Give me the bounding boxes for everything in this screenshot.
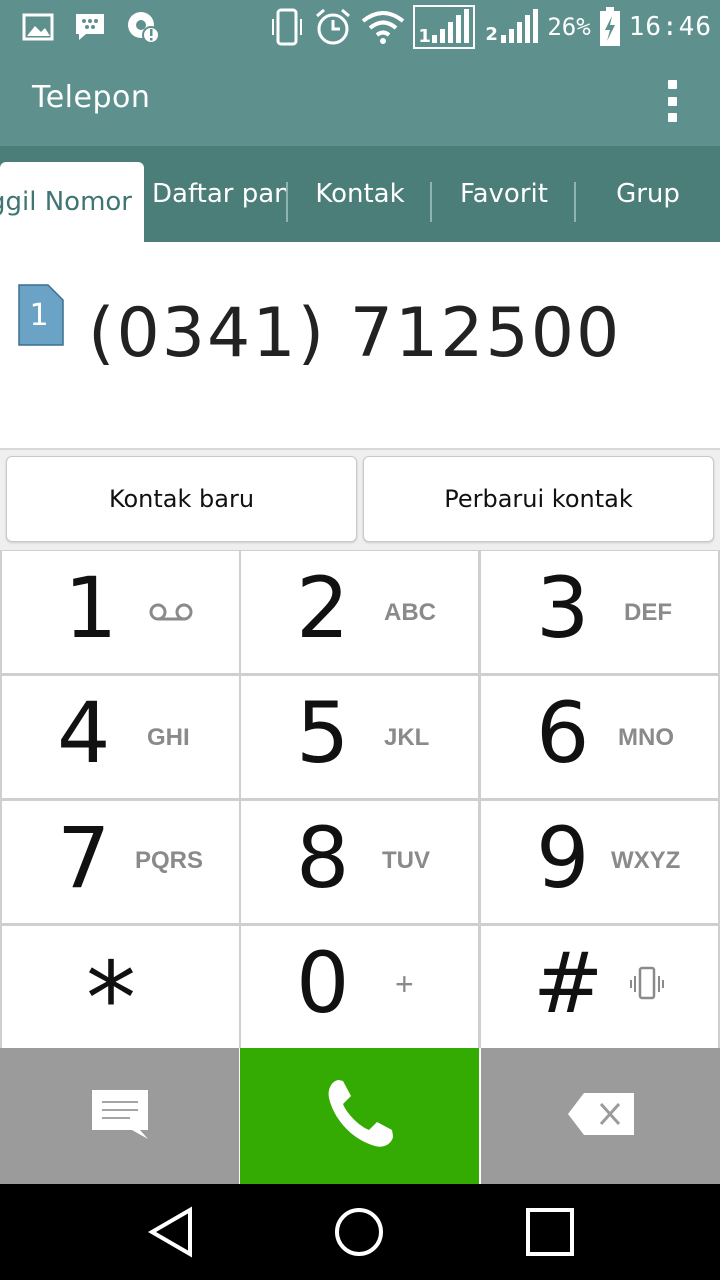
key-3[interactable]: 3 DEF bbox=[481, 551, 718, 673]
contact-actions: Kontak baru Perbarui kontak bbox=[0, 450, 720, 550]
tab-groups[interactable]: Grup bbox=[576, 146, 720, 242]
app-title: Telepon bbox=[32, 80, 151, 115]
key-5[interactable]: 5 JKL bbox=[241, 676, 478, 798]
key-letters: MNO bbox=[618, 724, 674, 751]
overflow-menu-icon[interactable] bbox=[652, 76, 692, 126]
tab-label: Kontak bbox=[315, 179, 405, 209]
key-letters: + bbox=[395, 966, 414, 1002]
key-star[interactable]: * bbox=[2, 926, 239, 1057]
tab-contacts[interactable]: Kontak bbox=[288, 146, 432, 242]
key-digit: 4 bbox=[57, 684, 111, 782]
tab-favorites[interactable]: Favorit bbox=[432, 146, 576, 242]
key-digit: # bbox=[533, 934, 604, 1032]
phone-icon bbox=[325, 1078, 395, 1154]
key-digit: 9 bbox=[536, 809, 590, 907]
update-contact-button[interactable]: Perbarui kontak bbox=[363, 456, 714, 542]
navigation-bar bbox=[0, 1184, 720, 1280]
phone-dialer-screen: 1 2 26% 16:46 Telepon Panggil Nomor Daft… bbox=[0, 0, 720, 1280]
key-letters: ABC bbox=[384, 599, 436, 626]
vibrate-icon bbox=[629, 966, 665, 1006]
key-letters: GHI bbox=[147, 724, 190, 751]
sim-icon[interactable]: 1 bbox=[18, 284, 64, 346]
tab-dial-number[interactable]: Panggil Nomor bbox=[0, 162, 144, 242]
sim2-label: 2 bbox=[485, 24, 498, 45]
voicemail-icon bbox=[148, 601, 194, 627]
number-display[interactable]: 1 (0341) 712500 bbox=[0, 242, 720, 450]
status-left-icons bbox=[22, 8, 162, 46]
battery-percent: 26% bbox=[547, 13, 591, 41]
sim-label: 1 bbox=[29, 298, 49, 333]
message-icon bbox=[90, 1088, 150, 1144]
alarm-icon bbox=[313, 7, 353, 47]
new-contact-button[interactable]: Kontak baru bbox=[6, 456, 357, 542]
key-letters: DEF bbox=[624, 599, 672, 626]
key-4[interactable]: 4 GHI bbox=[2, 676, 239, 798]
key-digit: 5 bbox=[296, 684, 350, 782]
tab-bar: Panggil Nomor Daftar panggilan Kontak Fa… bbox=[0, 146, 720, 242]
vibrate-icon bbox=[269, 7, 305, 47]
tab-label: Favorit bbox=[460, 179, 548, 209]
tab-label: Grup bbox=[616, 179, 680, 209]
home-icon[interactable] bbox=[329, 1204, 389, 1260]
back-icon[interactable] bbox=[140, 1204, 200, 1260]
key-8[interactable]: 8 TUV bbox=[241, 801, 478, 923]
backspace-icon bbox=[566, 1091, 636, 1141]
message-button[interactable] bbox=[0, 1048, 239, 1184]
key-hash[interactable]: # bbox=[481, 926, 718, 1048]
bbm-icon bbox=[74, 12, 106, 42]
key-9[interactable]: 9 WXYZ bbox=[481, 801, 718, 923]
tab-label: Panggil Nomor bbox=[0, 187, 132, 217]
key-0[interactable]: 0 + bbox=[241, 926, 478, 1048]
key-digit: 2 bbox=[296, 559, 350, 657]
key-digit: 1 bbox=[64, 559, 118, 657]
key-letters: JKL bbox=[384, 724, 430, 751]
image-icon bbox=[22, 13, 54, 41]
sync-alert-icon bbox=[126, 9, 162, 45]
key-digit: 7 bbox=[57, 809, 111, 907]
phone-number[interactable]: (0341) 712500 bbox=[88, 294, 621, 373]
key-letters: PQRS bbox=[135, 847, 204, 874]
key-letters: TUV bbox=[382, 847, 430, 874]
status-time: 16:46 bbox=[628, 12, 712, 42]
key-2[interactable]: 2 ABC bbox=[241, 551, 478, 673]
wifi-icon bbox=[361, 9, 405, 45]
call-button[interactable] bbox=[240, 1048, 479, 1184]
key-digit: 6 bbox=[536, 684, 590, 782]
signal-sim1-icon: 1 bbox=[413, 5, 476, 49]
tab-call-log[interactable]: Daftar panggilan bbox=[144, 146, 288, 242]
key-6[interactable]: 6 MNO bbox=[481, 676, 718, 798]
battery-charging-icon bbox=[599, 7, 621, 47]
key-letters: WXYZ bbox=[611, 847, 681, 874]
status-bar: 1 2 26% 16:46 bbox=[0, 0, 720, 54]
key-7[interactable]: 7 PQRS bbox=[2, 801, 239, 923]
keypad: 1 2 ABC 3 DEF 4 GHI 5 JKL 6 MNO 7 PQRS 8… bbox=[0, 550, 720, 1057]
key-1[interactable]: 1 bbox=[2, 551, 239, 673]
sim1-label: 1 bbox=[418, 26, 431, 47]
key-digit: 8 bbox=[296, 809, 350, 907]
recents-icon[interactable] bbox=[520, 1204, 580, 1260]
key-digit: * bbox=[86, 940, 136, 1057]
status-right-icons: 1 2 26% 16:46 bbox=[269, 4, 712, 50]
key-digit: 0 bbox=[296, 934, 350, 1032]
dialer-actions bbox=[0, 1048, 720, 1184]
action-bar: Telepon bbox=[0, 54, 720, 146]
tab-label: Daftar panggilan bbox=[152, 179, 288, 209]
signal-sim2-icon: 2 bbox=[483, 9, 539, 45]
key-digit: 3 bbox=[536, 559, 590, 657]
backspace-button[interactable] bbox=[481, 1048, 720, 1184]
